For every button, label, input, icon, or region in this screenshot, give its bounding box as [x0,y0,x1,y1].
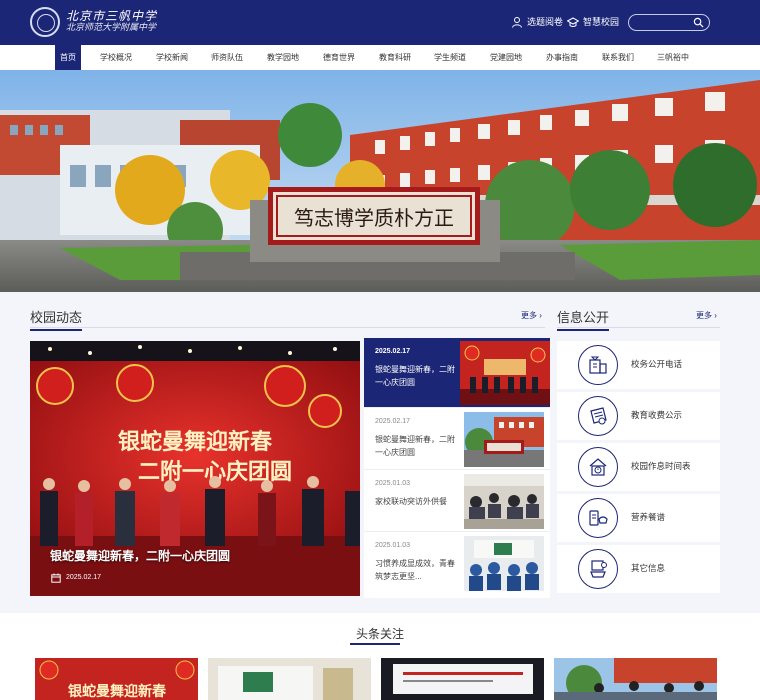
chevron-right-icon: › [714,311,717,320]
info-card-phone[interactable]: 校务公开电话 [557,341,720,389]
school-name: 北京市三帆中学 [66,9,158,23]
header-link-smart-campus[interactable]: 智慧校园 [567,15,619,28]
header-link-exam[interactable]: 选题阅卷 [511,15,563,28]
search-input[interactable] [628,14,710,31]
featured-news[interactable]: 银蛇曼舞迎新春 二附一心庆团圆 银蛇曼舞迎新春，二附一心庆团圆 2025.02.… [30,341,360,596]
headline-card[interactable] [554,658,717,700]
news-list-item[interactable]: 2025.01.03 习惯养成显成效，青春筑梦志更坚... [364,532,550,594]
phone-building-icon [578,345,618,385]
info-card-label: 营养餐谱 [631,512,666,522]
news-list-item[interactable]: 2025.02.17 银蛇曼舞迎新春，二附一心庆团圆 [364,408,550,470]
info-card-schedule[interactable]: 校园作息时间表 [557,443,720,491]
school-logo-text[interactable]: 北京市三帆中学 北京师范大学附属中学 [66,10,157,34]
info-card-meals[interactable]: 营养餐谱 [557,494,720,542]
nav-item-students[interactable]: 学生频道 [429,45,471,70]
user-icon [512,16,522,28]
info-card-label: 校园作息时间表 [631,461,691,471]
headline-card-text: 银蛇曼舞迎新春 [68,683,167,700]
info-card-other[interactable]: 其它信息 [557,545,720,593]
news-list: 2025.02.17 银蛇曼舞迎新春，二附一心庆团圆 2025.02.17 银蛇… [364,338,550,598]
school-seal-logo[interactable] [30,7,60,37]
headline-title: 头条关注 [355,627,404,641]
nav-item-moral[interactable]: 德育世界 [318,45,360,70]
info-public-more-label: 更多 [696,311,712,320]
news-list-item[interactable]: 2025.02.17 银蛇曼舞迎新春，二附一心庆团圆 [364,338,550,408]
news-thumbnail [464,536,544,591]
nav-item-news[interactable]: 学校新闻 [151,45,193,70]
school-subname: 北京师范大学附属中学 [66,23,157,33]
header-link-exam-label: 选题阅卷 [527,17,564,27]
nav-item-faculty[interactable]: 师资队伍 [206,45,248,70]
news-title: 银蛇曼舞迎新春，二附一心庆团圆 [375,435,455,457]
graduation-cap-icon [567,16,579,27]
campus-news-more-label: 更多 [521,311,537,320]
campus-news-title: 校园动态 [30,307,83,331]
hero-campus-photo: 笃志博学质朴方正 [0,70,760,292]
headline-section: 头条关注 银蛇曼舞迎新春 [0,613,760,700]
headline-card[interactable] [208,658,371,700]
site-header: 北京市三帆中学 北京师范大学附属中学 选题阅卷 智慧校园 [0,0,760,45]
news-thumbnail [460,341,550,405]
featured-news-date: 2025.02.17 [66,574,102,581]
campus-news-more-link[interactable]: 更多 › [521,310,542,321]
info-screen-icon [578,549,618,589]
calendar-icon [51,573,61,583]
news-thumbnail [464,474,544,529]
news-thumbnail [464,412,544,467]
nav-item-party[interactable]: 党建园地 [485,45,527,70]
nav-item-sanfan[interactable]: 三帆裕中 [652,45,694,70]
info-public-divider [557,327,720,328]
nav-item-teaching[interactable]: 教学园地 [262,45,304,70]
nav-item-overview[interactable]: 学校概况 [95,45,137,70]
info-card-fees[interactable]: 教育收费公示 [557,392,720,440]
info-card-label: 教育收费公示 [631,410,683,420]
news-date: 2025.02.17 [375,418,411,425]
search-icon[interactable] [693,17,704,28]
chevron-right-icon: › [539,311,542,320]
info-card-label: 校务公开电话 [631,359,683,369]
news-list-item[interactable]: 2025.01.03 家校联动突访外供餐 [364,470,550,532]
news-date: 2025.01.03 [375,480,411,487]
news-title: 家校联动突访外供餐 [375,497,447,506]
header-link-smart-campus-label: 智慧校园 [583,17,620,27]
headline-underline [350,643,400,645]
nav-item-home[interactable]: 首页 [55,45,81,70]
info-public-title: 信息公开 [557,307,610,331]
nav-item-research[interactable]: 教育科研 [374,45,416,70]
nav-item-guide[interactable]: 办事指南 [541,45,583,70]
info-public-more-link[interactable]: 更多 › [696,310,717,321]
info-card-label: 其它信息 [631,563,666,573]
main-nav: 首页 学校概况 学校新闻 师资队伍 教学园地 德育世界 教育科研 学生频道 党建… [0,45,760,70]
news-date: 2025.01.03 [375,542,411,549]
schedule-house-icon [578,447,618,487]
headline-card[interactable]: 银蛇曼舞迎新春 [35,658,198,700]
meal-icon [578,498,618,538]
stage-banner-line-1: 银蛇曼舞迎新春 [118,429,272,455]
nav-item-contact[interactable]: 联系我们 [597,45,639,70]
news-title: 银蛇曼舞迎新春，二附一心庆团圆 [375,365,455,387]
fee-document-icon [578,396,618,436]
headline-card[interactable] [381,658,544,700]
featured-news-caption: 银蛇曼舞迎新春，二附一心庆团圆 [50,549,231,563]
news-date: 2025.02.17 [375,348,411,355]
campus-news-divider [30,327,545,328]
news-title: 习惯养成显成效，青春筑梦志更坚... [375,559,455,581]
hero-sign-text: 笃志博学质朴方正 [294,206,454,230]
